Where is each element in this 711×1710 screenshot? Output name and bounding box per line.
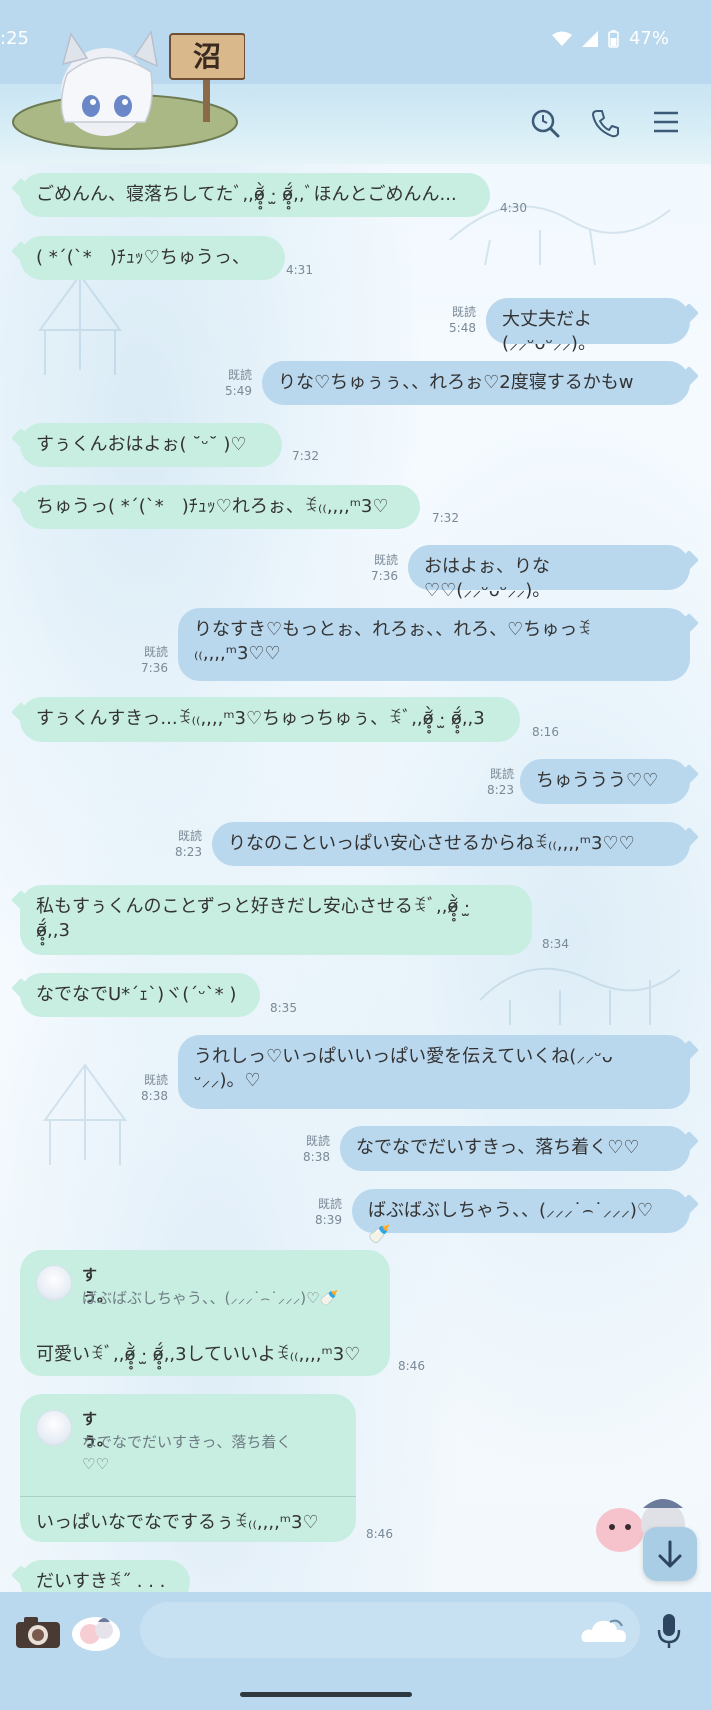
search-icon[interactable]: [530, 108, 560, 138]
background-illustration: [38, 273, 122, 375]
message-bubble[interactable]: 大丈夫だよ(⸝⸝ᵕᴗᵕ⸝⸝)。: [486, 298, 690, 354]
read-receipt: 既読: [143, 645, 168, 659]
wifi-icon: [551, 31, 572, 46]
reply-quote-text: ばぶばぶしちゃう、、(⸝⸝⸝˙⌢˙⸝⸝⸝)♡🍼: [82, 1289, 339, 1307]
message-time: 4:31: [286, 263, 313, 277]
reply-quote-text: なでなでだいすきっ、落ち着く ♡♡: [82, 1433, 292, 1473]
message-time: 7:36: [371, 569, 398, 583]
message-meta: 既読 7:36: [128, 644, 168, 676]
arrow-down-icon: [658, 1540, 682, 1568]
read-receipt: 既読: [177, 829, 202, 843]
message-meta: 既読 7:36: [358, 552, 398, 584]
message-bubble[interactable]: ( *´(`* )ﾁｭｯ♡ちゅうっ、: [20, 236, 285, 280]
message-meta: 既読 8:38: [290, 1133, 330, 1165]
read-receipt: 既読: [305, 1134, 330, 1148]
battery-icon: [608, 29, 619, 48]
message-time: 5:49: [225, 384, 252, 398]
message-time: 8:38: [141, 1089, 168, 1103]
message-time: 5:48: [449, 321, 476, 335]
camera-icon[interactable]: [14, 1614, 62, 1650]
input-bar: [0, 1592, 711, 1710]
read-receipt: 既読: [373, 553, 398, 567]
sticker-button-icon[interactable]: [70, 1610, 122, 1652]
status-icons: 47%: [551, 28, 669, 49]
scroll-to-bottom-button[interactable]: [643, 1527, 697, 1581]
message-time: 8:35: [270, 1001, 297, 1015]
sign-text: 沼: [193, 40, 221, 73]
message-time: 8:46: [366, 1527, 393, 1541]
signal-icon: [581, 30, 598, 47]
message-bubble[interactable]: りな♡ちゅぅぅ、、れろぉ♡2度寝するかもw: [262, 361, 690, 405]
message-time: 8:46: [398, 1359, 425, 1373]
message-meta: 既読 5:49: [212, 367, 252, 399]
microphone-icon[interactable]: [656, 1612, 682, 1650]
message-bubble[interactable]: りなすき♡もっとぉ、れろぉ、、れろ、♡ちゅっꉂ ₍₍,,,,ᵐ3♡♡: [178, 608, 690, 681]
message-bubble[interactable]: なでなでU*´ｪ`)ヾ(´ᵕ`* ): [20, 973, 260, 1017]
message-bubble[interactable]: 私もすぅくんのことずっと好きだし安心させるꉂﾞ,,ɵ̷̥̥᷄̀ ·̫ ɵ̷̥̥᷄…: [20, 885, 532, 955]
message-bubble[interactable]: ちゅううう♡♡: [520, 759, 690, 804]
reply-body-text: 可愛いꉂﾞ,,ɵ̷̥̥᷄̀ ·̫ ɵ̷̥̥᷄́,,3していいよꉂ₍₍,,,,ᵐ3…: [36, 1344, 361, 1365]
message-time: 8:16: [532, 725, 559, 739]
message-time: 7:36: [141, 661, 168, 675]
message-time: 8:34: [542, 937, 569, 951]
home-indicator: [240, 1692, 412, 1697]
chat-app: :25 47% 沼 ごめんん、寝落ちしてたﾞ,,ɵ̷̥̥᷄̀ ·̫ ɵ̷̥̥᷄́…: [0, 0, 711, 1710]
read-receipt: 既読: [227, 368, 252, 382]
reply-body-text: いっぱいなでなでするぅꉂ₍₍,,,,ᵐ3♡: [36, 1512, 319, 1533]
message-meta: 既読 8:23: [474, 766, 514, 798]
read-receipt: 既読: [143, 1073, 168, 1087]
message-time: 8:23: [487, 783, 514, 797]
message-time: 7:32: [432, 511, 459, 525]
message-bubble[interactable]: ばぶばぶしちゃう、、(⸝⸝⸝˙⌢˙⸝⸝⸝)♡🍼: [352, 1189, 690, 1245]
message-time: 8:38: [303, 1150, 330, 1164]
message-time: 8:23: [175, 845, 202, 859]
message-bubble[interactable]: りなのこといっぱい安心させるからねꉂ₍₍,,,,ᵐ3♡♡: [212, 822, 690, 866]
message-meta: 既読 5:48: [436, 304, 476, 336]
message-bubble[interactable]: うれしっ♡いっぱいいっぱい愛を伝えていくね(⸝⸝ᵕᴗ ᵕ⸝⸝)。♡: [178, 1035, 690, 1109]
read-receipt: 既読: [489, 767, 514, 781]
menu-icon[interactable]: [652, 108, 680, 136]
message-time: 7:32: [292, 449, 319, 463]
mascot-sticker[interactable]: 沼: [5, 14, 245, 154]
message-time: 8:39: [315, 1213, 342, 1227]
message-bubble[interactable]: ちゅうっ( *´(`* )ﾁｭｯ♡れろぉ、ꉂ₍₍,,,,ᵐ3♡: [20, 485, 420, 529]
background-illustration: [43, 1063, 127, 1165]
message-bubble[interactable]: なでなでだいすきっ、落ち着く♡♡: [340, 1126, 690, 1171]
reply-divider: [20, 1496, 356, 1497]
message-bubble[interactable]: すぅくんすきっ...ꉂ₍₍,,,,ᵐ3♡ちゅっちゅぅ、ꉂﾞ,,ɵ̷̥̥᷄̀ ·̫…: [20, 697, 520, 742]
message-time: 4:30: [500, 201, 527, 215]
message-meta: 既読 8:39: [302, 1196, 342, 1228]
message-bubble[interactable]: おはよぉ、りな♡♡(⸝⸝ᵕᴗᵕ⸝⸝)。: [408, 545, 690, 601]
read-receipt: 既読: [451, 305, 476, 319]
message-bubble[interactable]: ごめんん、寝落ちしてたﾞ,,ɵ̷̥̥᷄̀ ·̫ ɵ̷̥̥᷄́,,ﾞほんとごめんん…: [20, 173, 490, 217]
message-bubble[interactable]: すぅくんおはよぉ( ˘ᵕ˘ )♡: [20, 423, 282, 467]
avatar: [36, 1265, 72, 1301]
emoji-icon[interactable]: [580, 1616, 628, 1646]
message-meta: 既読 8:23: [162, 828, 202, 860]
phone-icon[interactable]: [590, 108, 620, 138]
chat-header: 沼: [0, 30, 711, 164]
message-meta: 既読 8:38: [128, 1072, 168, 1104]
message-input[interactable]: [140, 1602, 640, 1658]
avatar: [36, 1410, 72, 1446]
read-receipt: 既読: [317, 1197, 342, 1211]
battery-percent: 47%: [628, 28, 669, 49]
